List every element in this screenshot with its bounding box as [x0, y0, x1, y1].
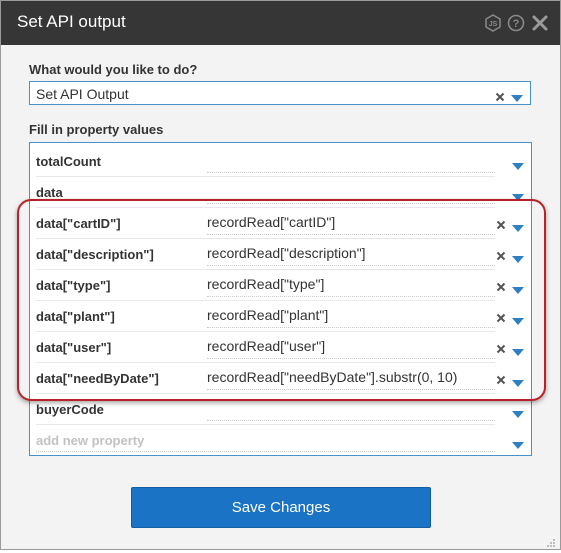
chevron-down-icon[interactable] — [512, 406, 524, 418]
dialog-titlebar: Set API output JS ? — [1, 1, 560, 45]
chevron-down-icon[interactable] — [512, 375, 524, 387]
clear-icon[interactable] — [496, 248, 506, 261]
chevron-down-icon[interactable] — [512, 158, 524, 170]
property-value[interactable]: recordRead["type"] — [207, 276, 324, 292]
property-name: totalCount — [36, 154, 101, 169]
svg-text:?: ? — [513, 18, 520, 30]
property-row-user[interactable]: data["user"] recordRead["user"] — [30, 332, 531, 363]
js-icon[interactable]: JS — [484, 14, 502, 32]
property-value-underline — [207, 234, 495, 235]
add-new-property-row[interactable]: add new property — [30, 425, 531, 456]
property-value-field[interactable] — [207, 172, 495, 173]
help-icon[interactable]: ? — [507, 14, 525, 32]
clear-icon[interactable] — [496, 310, 506, 323]
property-row-needbydate[interactable]: data["needByDate"] recordRead["needByDat… — [30, 363, 531, 394]
clear-icon[interactable] — [496, 341, 506, 354]
property-name: data — [36, 185, 63, 200]
chevron-down-icon[interactable] — [512, 220, 524, 232]
chevron-down-icon[interactable] — [512, 251, 524, 263]
property-value-underline — [207, 265, 495, 266]
dialog-title: Set API output — [17, 12, 126, 31]
action-select[interactable]: Set API Output — [29, 81, 531, 105]
property-name: data["plant"] — [36, 309, 115, 324]
resize-grip-icon[interactable] — [546, 535, 556, 547]
property-row-data[interactable]: data — [30, 177, 531, 208]
property-name: data["description"] — [36, 247, 154, 262]
chevron-down-icon[interactable] — [512, 189, 524, 201]
property-value-field[interactable] — [207, 420, 495, 421]
property-row-buyercode[interactable]: buyerCode — [30, 394, 531, 425]
property-value[interactable]: recordRead["user"] — [207, 338, 325, 354]
property-value[interactable]: recordRead["needByDate"].substr(0, 10) — [207, 369, 457, 385]
property-value-underline — [207, 389, 495, 390]
property-row-description[interactable]: data["description"] recordRead["descript… — [30, 239, 531, 270]
property-value-underline — [207, 358, 495, 359]
svg-text:JS: JS — [489, 21, 498, 28]
save-changes-button[interactable]: Save Changes — [131, 487, 431, 528]
property-name: data["cartID"] — [36, 216, 121, 231]
chevron-down-icon[interactable] — [511, 90, 523, 102]
property-name: buyerCode — [36, 402, 104, 417]
clear-icon[interactable] — [496, 372, 506, 385]
clear-icon[interactable] — [496, 279, 506, 292]
property-name: data["type"] — [36, 278, 111, 293]
property-row-plant[interactable]: data["plant"] recordRead["plant"] — [30, 301, 531, 332]
property-value[interactable]: recordRead["description"] — [207, 245, 366, 261]
chevron-down-icon[interactable] — [512, 282, 524, 294]
property-name: data["needByDate"] — [36, 371, 159, 386]
property-value-underline — [207, 327, 495, 328]
chevron-down-icon[interactable] — [512, 437, 524, 449]
set-api-output-dialog: Set API output JS ? What would you like … — [0, 0, 561, 550]
action-section-label: What would you like to do? — [29, 62, 198, 77]
property-row-type[interactable]: data["type"] recordRead["type"] — [30, 270, 531, 301]
properties-section-label: Fill in property values — [29, 122, 164, 137]
property-value-underline — [36, 451, 495, 452]
add-new-property-input[interactable]: add new property — [36, 433, 144, 448]
property-name: data["user"] — [36, 340, 112, 355]
property-row-cartid[interactable]: data["cartID"] recordRead["cartID"] — [30, 208, 531, 239]
chevron-down-icon[interactable] — [512, 313, 524, 325]
close-icon[interactable] — [531, 14, 549, 32]
clear-icon[interactable] — [495, 89, 505, 102]
chevron-down-icon[interactable] — [512, 344, 524, 356]
action-select-value: Set API Output — [36, 86, 129, 102]
property-value-field[interactable] — [207, 203, 495, 204]
property-value-underline — [207, 296, 495, 297]
property-value[interactable]: recordRead["plant"] — [207, 307, 328, 323]
property-list: totalCount data data["cartID"] recordRea… — [29, 142, 532, 456]
clear-icon[interactable] — [496, 217, 506, 230]
property-row-totalcount[interactable]: totalCount — [30, 146, 531, 177]
property-value[interactable]: recordRead["cartID"] — [207, 214, 335, 230]
